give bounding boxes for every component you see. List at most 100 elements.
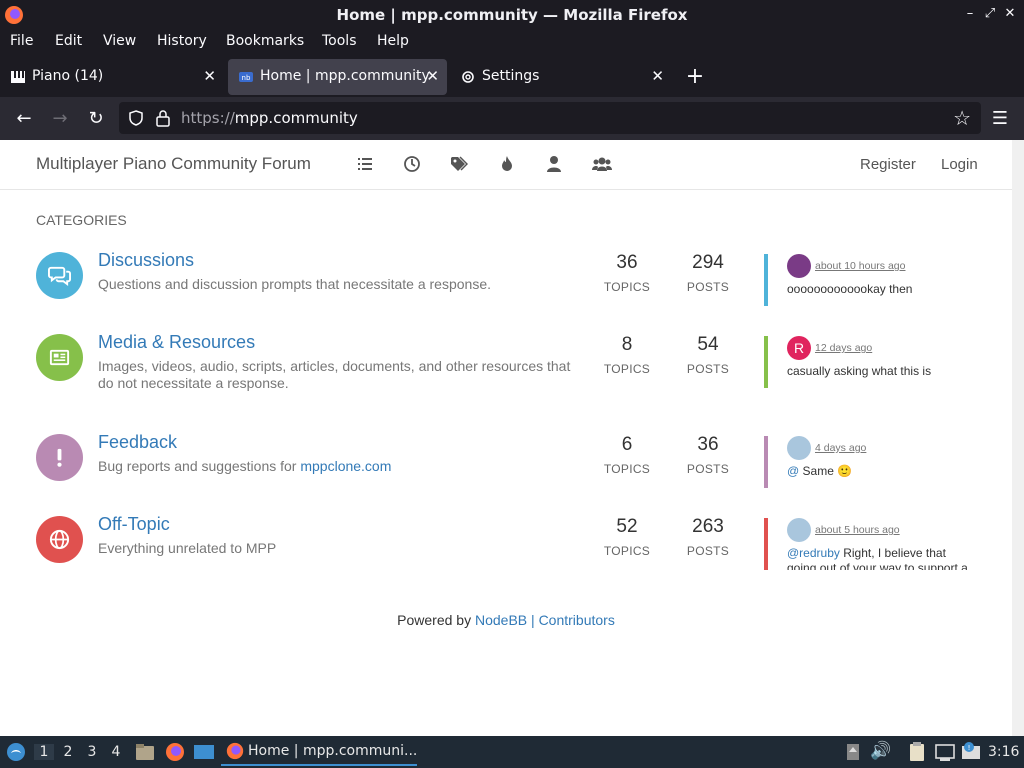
url-bar[interactable]: https://mpp.community ☆ bbox=[119, 102, 981, 134]
notification-icon[interactable]: ! bbox=[960, 741, 982, 763]
category-title[interactable]: Off-Topic bbox=[98, 514, 170, 535]
firefox-launcher-icon[interactable] bbox=[164, 741, 186, 763]
lock-icon[interactable] bbox=[155, 109, 171, 127]
last-post: about 10 hours ago ooooooooooookay then bbox=[787, 254, 987, 306]
svg-text:!: ! bbox=[968, 744, 971, 752]
category-icon-badge[interactable] bbox=[36, 516, 83, 563]
workspace-3[interactable]: 3 bbox=[82, 744, 102, 760]
taskbar-firefox-window[interactable]: Home | mpp.communi... bbox=[221, 738, 417, 766]
category-title[interactable]: Discussions bbox=[98, 250, 194, 271]
user-icon[interactable] bbox=[545, 155, 563, 173]
posts-count: 263 bbox=[692, 516, 724, 537]
tab-label: Settings bbox=[482, 68, 540, 84]
category-color-bar bbox=[764, 254, 768, 306]
mention-link[interactable]: @ bbox=[787, 464, 799, 478]
topics-count: 36 bbox=[616, 252, 638, 273]
topics-stat: 8 TOPICS bbox=[597, 334, 657, 376]
category-title[interactable]: Feedback bbox=[98, 432, 177, 453]
avatar[interactable] bbox=[787, 254, 811, 278]
hamburger-menu-icon[interactable]: ☰ bbox=[988, 107, 1012, 131]
mppclone-link[interactable]: mppclone.com bbox=[300, 458, 391, 474]
avatar[interactable] bbox=[787, 518, 811, 542]
menu-edit[interactable]: Edit bbox=[55, 33, 82, 49]
close-tab-icon[interactable]: ✕ bbox=[203, 67, 216, 85]
url-text[interactable]: https://mpp.community bbox=[181, 109, 358, 127]
login-link[interactable]: Login bbox=[941, 156, 978, 173]
close-window-icon[interactable]: ✕ bbox=[1002, 6, 1018, 21]
topics-label: TOPICS bbox=[603, 544, 651, 558]
exclamation-icon bbox=[57, 448, 62, 467]
workspace-2[interactable]: 2 bbox=[58, 744, 78, 760]
avatar[interactable]: R bbox=[787, 336, 811, 360]
topics-stat: 6 TOPICS bbox=[597, 434, 657, 476]
comments-icon bbox=[48, 266, 71, 287]
bookmark-star-icon[interactable]: ☆ bbox=[953, 106, 971, 130]
avatar[interactable] bbox=[787, 436, 811, 460]
reload-icon[interactable]: ↻ bbox=[84, 107, 108, 131]
category-icon-badge[interactable] bbox=[36, 334, 83, 381]
close-tab-icon[interactable]: ✕ bbox=[426, 67, 439, 85]
back-icon[interactable]: ← bbox=[12, 107, 36, 131]
new-tab-icon[interactable]: + bbox=[684, 64, 706, 89]
site-header: Multiplayer Piano Community Forum Regist… bbox=[0, 140, 1012, 190]
menu-bookmarks[interactable]: Bookmarks bbox=[226, 33, 304, 49]
tab-settings[interactable]: Settings ✕ bbox=[450, 59, 672, 95]
register-link[interactable]: Register bbox=[860, 156, 916, 173]
minimize-icon[interactable]: – bbox=[962, 6, 978, 21]
users-icon[interactable] bbox=[592, 155, 612, 173]
post-preview[interactable]: casually asking what this is bbox=[787, 364, 977, 379]
post-time[interactable]: 4 days ago bbox=[815, 442, 866, 454]
fire-icon[interactable] bbox=[498, 155, 516, 173]
volume-icon[interactable]: 🔊 bbox=[870, 741, 891, 761]
maximize-icon[interactable]: ⤢ bbox=[982, 6, 998, 21]
posts-stat: 54 POSTS bbox=[678, 334, 738, 376]
gear-icon bbox=[462, 71, 474, 83]
clipboard-icon[interactable] bbox=[906, 741, 928, 763]
mention-link[interactable]: @redruby bbox=[787, 546, 840, 560]
posts-stat: 294 POSTS bbox=[678, 252, 738, 294]
post-preview[interactable]: @redruby Right, I believe that going out… bbox=[787, 546, 977, 570]
posts-label: POSTS bbox=[686, 280, 730, 294]
network-icon[interactable] bbox=[934, 741, 956, 763]
contributors-link[interactable]: Contributors bbox=[539, 612, 615, 628]
workspace-1[interactable]: 1 bbox=[34, 744, 54, 760]
tab-home[interactable]: nb Home | mpp.community ✕ bbox=[228, 59, 447, 95]
categories-heading: CATEGORIES bbox=[36, 212, 127, 228]
category-row: Off-Topic Everything unrelated to MPP 52… bbox=[0, 514, 1012, 596]
menu-history[interactable]: History bbox=[157, 33, 207, 49]
tab-piano[interactable]: Piano (14) ✕ bbox=[0, 59, 224, 95]
forward-icon[interactable]: → bbox=[48, 107, 72, 131]
list-icon[interactable] bbox=[356, 155, 374, 173]
clock-icon[interactable] bbox=[403, 155, 421, 173]
category-icon-badge[interactable] bbox=[36, 252, 83, 299]
topics-count: 6 bbox=[621, 434, 633, 455]
post-time[interactable]: about 5 hours ago bbox=[815, 524, 900, 536]
nodebb-favicon-icon: nb bbox=[239, 72, 253, 82]
menu-file[interactable]: File bbox=[10, 33, 33, 49]
shield-icon[interactable] bbox=[127, 109, 145, 127]
post-preview[interactable]: @ Same 🙂 bbox=[787, 464, 977, 479]
post-time[interactable]: 12 days ago bbox=[815, 342, 872, 354]
menu-view[interactable]: View bbox=[103, 33, 136, 49]
category-description: Questions and discussion prompts that ne… bbox=[98, 276, 491, 292]
tags-icon[interactable] bbox=[450, 155, 468, 173]
category-color-bar bbox=[764, 336, 768, 388]
desktop-icon[interactable] bbox=[193, 741, 215, 763]
svg-text:nb: nb bbox=[242, 74, 251, 82]
post-time[interactable]: about 10 hours ago bbox=[815, 260, 906, 272]
menu-tools[interactable]: Tools bbox=[322, 33, 357, 49]
close-tab-icon[interactable]: ✕ bbox=[651, 67, 664, 85]
category-title[interactable]: Media & Resources bbox=[98, 332, 255, 353]
site-brand[interactable]: Multiplayer Piano Community Forum bbox=[36, 154, 311, 174]
category-row: Feedback Bug reports and suggestions for… bbox=[0, 432, 1012, 514]
clock[interactable]: 3:16 bbox=[988, 744, 1019, 760]
category-icon-badge[interactable] bbox=[36, 434, 83, 481]
post-preview[interactable]: ooooooooooookay then bbox=[787, 282, 977, 297]
menu-help[interactable]: Help bbox=[377, 33, 409, 49]
start-menu-icon[interactable] bbox=[5, 741, 27, 763]
page-scrollbar[interactable] bbox=[1012, 140, 1024, 736]
file-manager-icon[interactable] bbox=[134, 741, 156, 763]
workspace-4[interactable]: 4 bbox=[106, 744, 126, 760]
upload-icon[interactable] bbox=[842, 741, 864, 763]
nodebb-link[interactable]: NodeBB bbox=[475, 612, 527, 628]
